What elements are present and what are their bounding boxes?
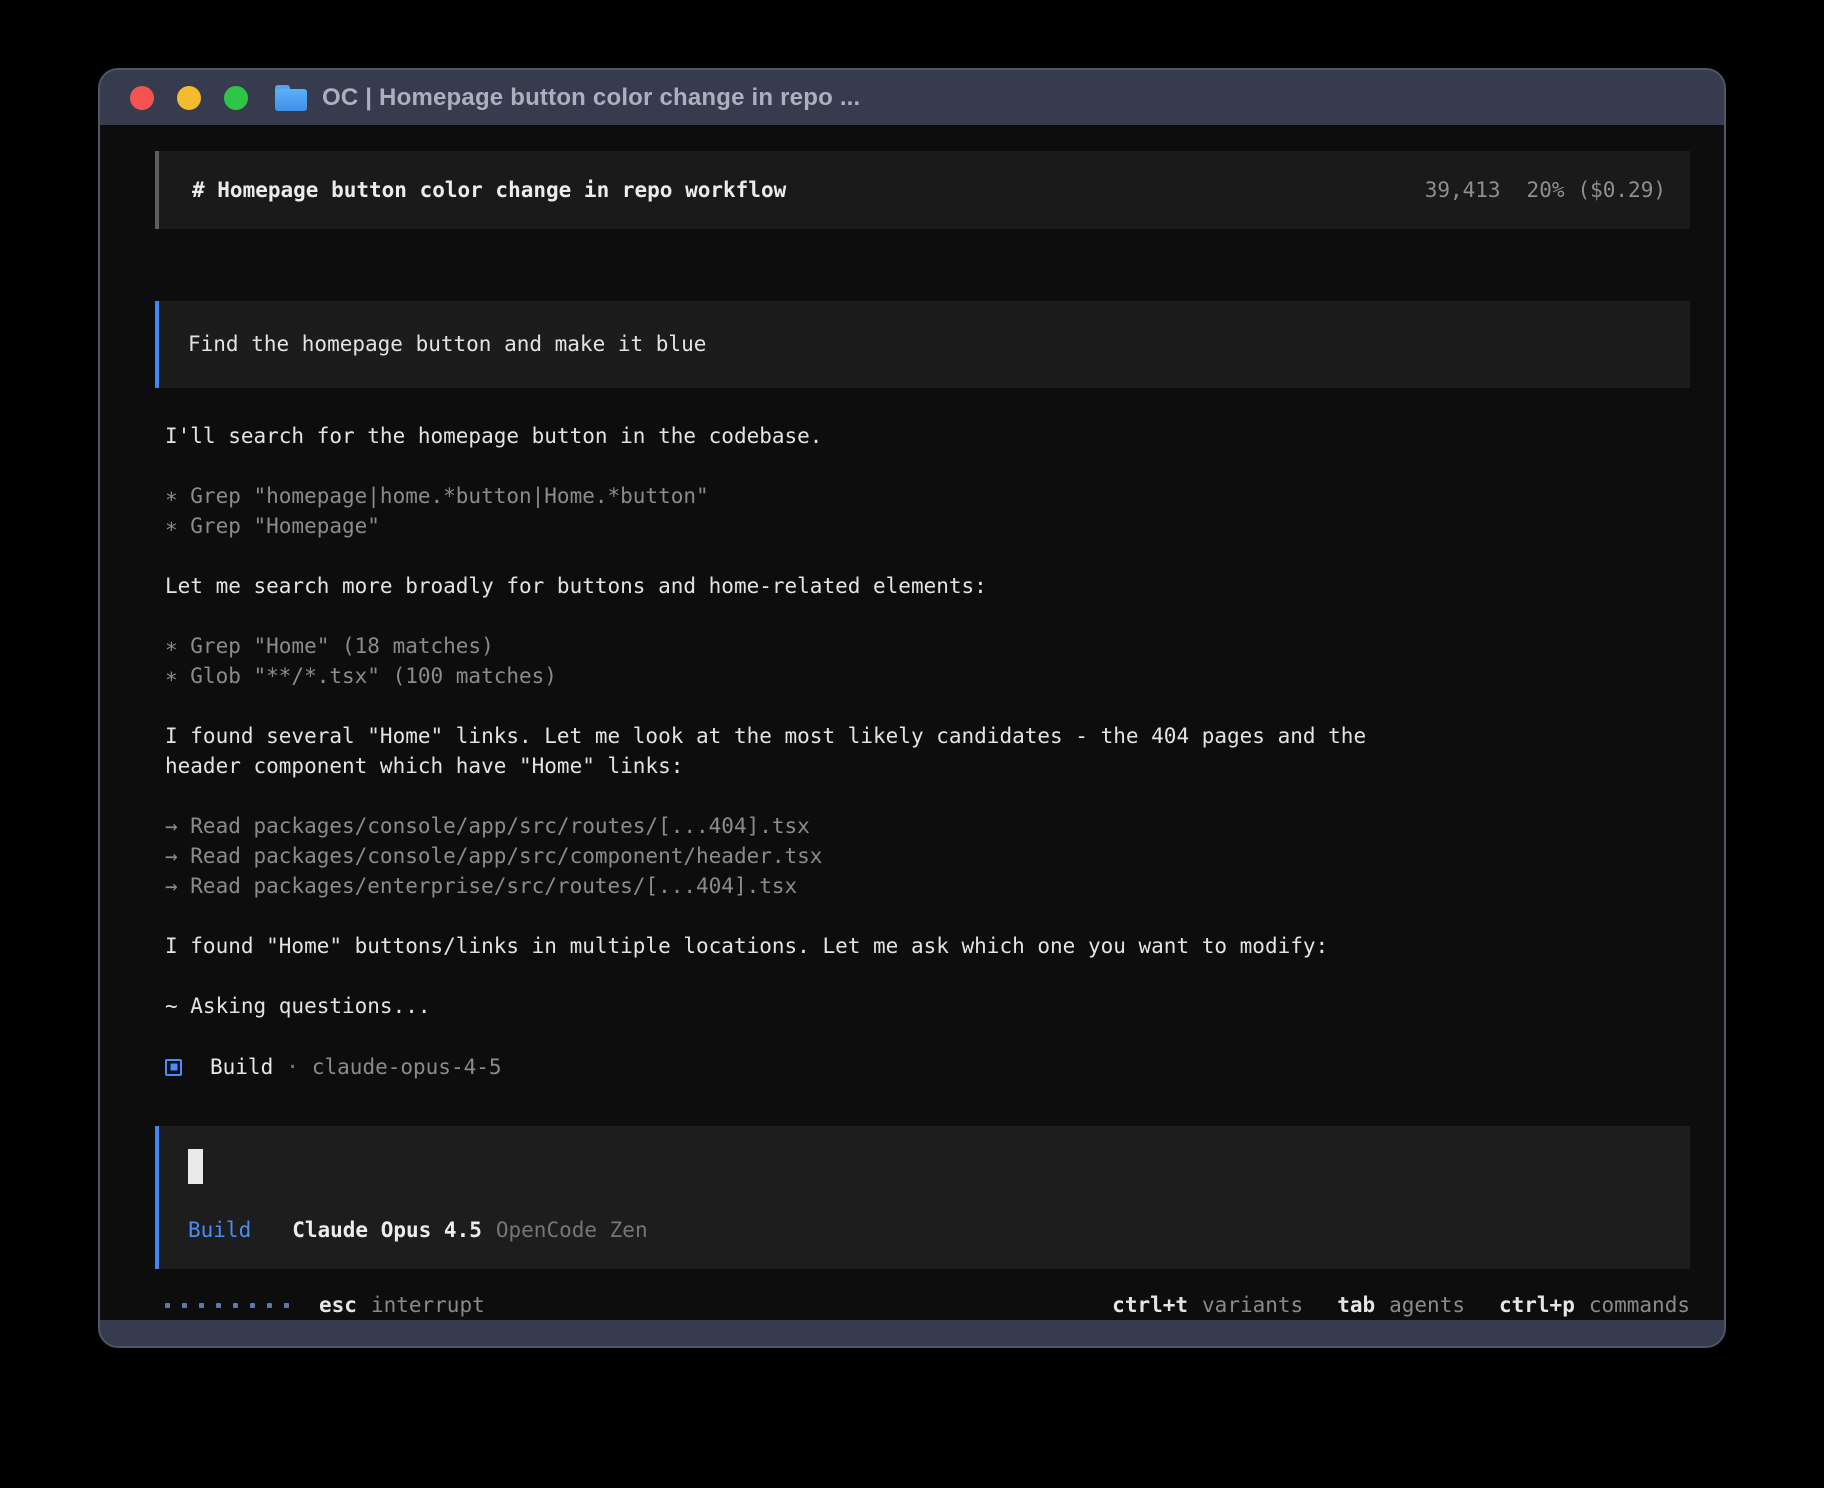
token-count: 39,413 [1425,175,1501,205]
traffic-lights [130,86,248,110]
shortcut-variants: ctrl+t variants [1112,1290,1303,1320]
shortcut-commands: ctrl+p commands [1499,1290,1690,1320]
folder-icon-body [275,89,307,111]
close-button[interactable] [130,86,154,110]
model-name-label[interactable]: Claude Opus 4.5 [292,1215,482,1245]
text-cursor [188,1149,203,1184]
user-message-text: Find the homepage button and make it blu… [188,332,706,356]
tool-call-read: → Read packages/enterprise/src/routes/[.… [165,871,1690,901]
key-ctrl-p: ctrl+p [1499,1290,1575,1320]
assistant-transcript: I'll search for the homepage button in t… [155,421,1690,1082]
status-bar-left: esc interrupt [165,1290,485,1320]
key-esc: esc [319,1290,357,1320]
key-esc-label: interrupt [371,1290,485,1320]
key-tab: tab [1337,1290,1375,1320]
session-stats: 39,413 20% ($0.29) [1425,175,1666,205]
key-ctrl-t: ctrl+t [1112,1290,1188,1320]
desktop: OC | Homepage button color change in rep… [0,0,1824,1488]
window-title: OC | Homepage button color change in rep… [322,84,860,112]
assistant-paragraph: I'll search for the homepage button in t… [165,421,1405,451]
key-tab-label: agents [1389,1290,1465,1320]
agent-name: Build [210,1052,273,1082]
model-row: Build Claude Opus 4.5 OpenCode Zen [188,1215,1664,1245]
badge-separator: · [286,1052,299,1082]
working-status: ~ Asking questions... [165,991,1690,1021]
agent-square-icon [165,1059,182,1076]
window-titlebar[interactable]: OC | Homepage button color change in rep… [100,70,1724,125]
folder-icon [275,85,307,111]
assistant-paragraph: I found several "Home" links. Let me loo… [165,721,1405,781]
agent-badge: Build · claude-opus-4-5 [165,1052,1690,1082]
prompt-input[interactable]: Build Claude Opus 4.5 OpenCode Zen [155,1126,1690,1269]
fullscreen-button[interactable] [224,86,248,110]
session-title: # Homepage button color change in repo w… [192,175,786,205]
agent-mode-label[interactable]: Build [188,1215,251,1245]
window-bottom-strip [100,1320,1724,1346]
assistant-paragraph: Let me search more broadly for buttons a… [165,571,1405,601]
user-message: Find the homepage button and make it blu… [155,301,1690,388]
tool-call-grep: ∗ Grep "Homepage" [165,511,1690,541]
tool-call-read: → Read packages/console/app/src/componen… [165,841,1690,871]
tool-call-glob: ∗ Glob "**/*.tsx" (100 matches) [165,661,1690,691]
minimize-button[interactable] [177,86,201,110]
shortcut-interrupt: esc interrupt [319,1290,485,1320]
session-cost: ($0.29) [1577,175,1666,205]
agent-model: claude-opus-4-5 [312,1052,502,1082]
tool-call-grep: ∗ Grep "Home" (18 matches) [165,631,1690,661]
provider-label: OpenCode Zen [496,1215,648,1245]
tool-call-grep: ∗ Grep "homepage|home.*button|Home.*butt… [165,481,1690,511]
status-bar-right: ctrl+t variants tab agents ctrl+p comman… [1112,1290,1690,1320]
key-ctrl-p-label: commands [1589,1290,1690,1320]
tool-call-read: → Read packages/console/app/src/routes/[… [165,811,1690,841]
terminal-content: # Homepage button color change in repo w… [100,125,1724,1320]
assistant-paragraph: I found "Home" buttons/links in multiple… [165,931,1405,961]
session-header: # Homepage button color change in repo w… [155,151,1690,229]
status-bar: esc interrupt ctrl+t variants tab agents… [155,1269,1690,1320]
shortcut-agents: tab agents [1337,1290,1465,1320]
terminal-window: OC | Homepage button color change in rep… [100,70,1724,1346]
spinner-dots [165,1303,289,1308]
key-ctrl-t-label: variants [1202,1290,1303,1320]
context-percent: 20% [1527,175,1565,205]
